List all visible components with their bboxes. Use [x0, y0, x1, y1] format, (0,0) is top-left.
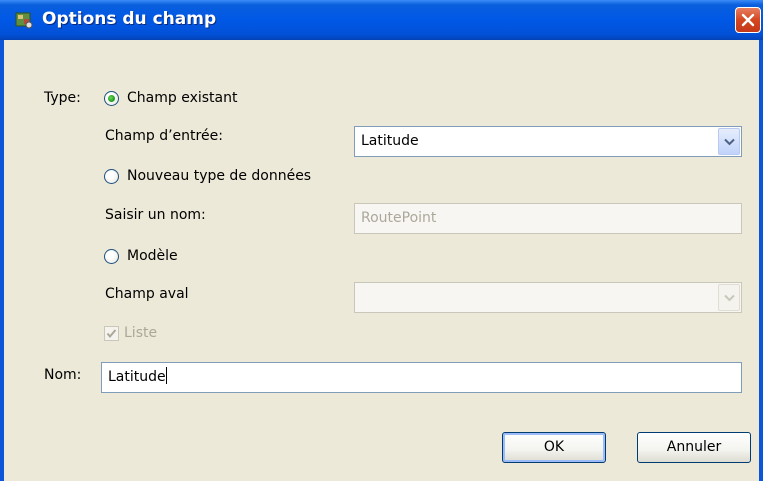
name-input-value: Latitude — [108, 369, 166, 385]
chevron-down-icon — [724, 294, 735, 302]
list-checkbox — [104, 326, 119, 341]
radio-new-data-type-label[interactable]: Nouveau type de données — [127, 168, 311, 184]
radio-model-label[interactable]: Modèle — [127, 248, 178, 264]
input-field-label: Champ d’entrée: — [105, 128, 223, 144]
list-label: Liste — [124, 325, 158, 341]
enter-name-label: Saisir un nom: — [105, 207, 206, 223]
radio-model[interactable] — [104, 249, 119, 264]
enter-name-input: RoutePoint — [354, 203, 742, 234]
enter-name-placeholder: RoutePoint — [361, 210, 437, 226]
app-icon — [14, 10, 34, 30]
input-field-dropdown-button[interactable] — [718, 128, 740, 155]
radio-selected-dot — [108, 95, 115, 102]
radio-existing-field-label[interactable]: Champ existant — [127, 90, 237, 106]
radio-new-data-type[interactable] — [104, 169, 119, 184]
radio-existing-field[interactable] — [104, 91, 119, 106]
input-field-select[interactable]: Latitude — [354, 126, 742, 157]
input-field-value: Latitude — [361, 133, 419, 149]
close-button[interactable] — [735, 7, 761, 33]
window-frame-right — [759, 40, 763, 481]
title-bar[interactable]: Options du champ — [0, 0, 763, 40]
name-label: Nom: — [44, 367, 82, 383]
ok-button[interactable]: OK — [502, 432, 606, 463]
checkmark-icon — [106, 329, 117, 339]
cancel-button[interactable]: Annuler — [637, 432, 751, 463]
downstream-field-label: Champ aval — [105, 286, 189, 302]
dialog-body: Type: Champ existant Champ d’entrée: Lat… — [4, 40, 759, 481]
downstream-field-dropdown-button — [718, 284, 740, 311]
type-label: Type: — [44, 90, 81, 106]
name-input[interactable]: Latitude — [101, 362, 742, 393]
chevron-down-icon — [724, 138, 735, 146]
close-icon — [741, 13, 755, 27]
text-caret — [165, 367, 167, 384]
downstream-field-select — [354, 282, 742, 313]
window-title: Options du champ — [42, 9, 217, 29]
